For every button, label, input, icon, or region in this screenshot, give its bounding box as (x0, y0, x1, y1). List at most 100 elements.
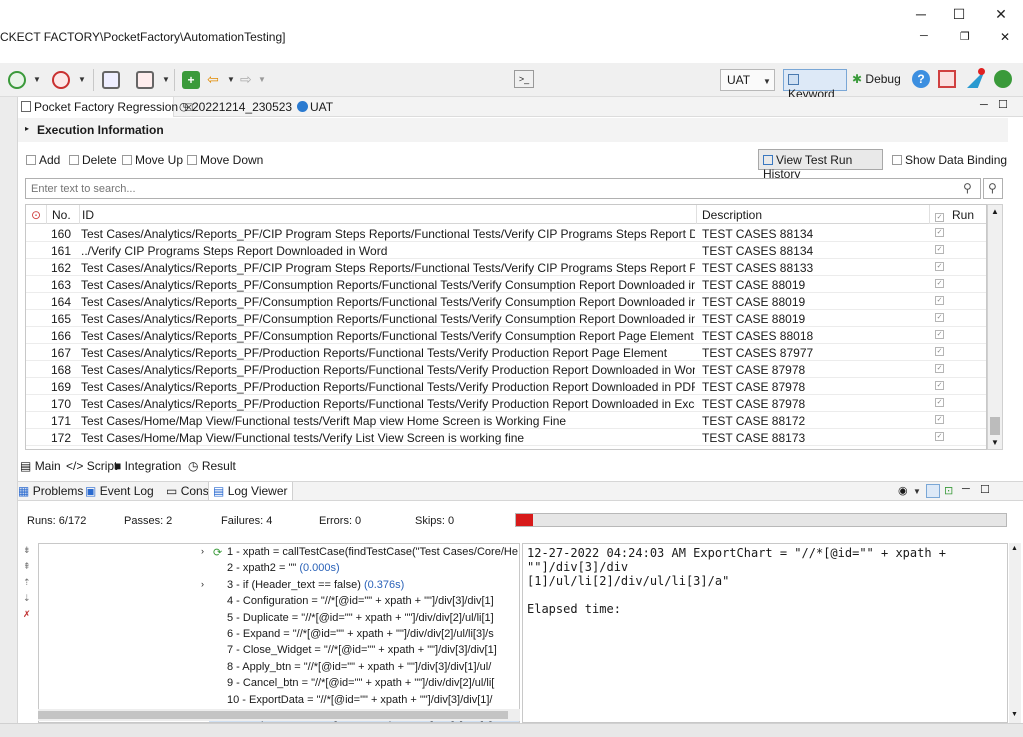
view-test-run-history-button[interactable]: View Test Run History (758, 149, 883, 181)
table-row[interactable]: 172 Test Cases/Home/Map View/Functional t… (26, 429, 986, 446)
table-row[interactable]: 171 Test Cases/Home/Map View/Functional t… (26, 412, 986, 429)
tab-script[interactable]: </> Script (64, 459, 120, 473)
tab-uat[interactable]: UAT (294, 97, 337, 117)
next-failure-icon[interactable]: ⇣ (23, 593, 31, 604)
run-checkbox[interactable]: ✓ (935, 415, 944, 424)
keyword-mode-button[interactable]: Keyword (783, 69, 847, 101)
forward-icon[interactable]: ⇨ (240, 71, 252, 88)
log-tree-horizontal-scrollbar[interactable] (38, 709, 520, 721)
tab-test-run[interactable]: ◷ 20221214_230523 (176, 97, 296, 117)
advanced-search-button[interactable]: ⚲ (983, 178, 1003, 199)
terminal-icon[interactable]: >_ (514, 70, 534, 88)
tab-integration[interactable]: ■ Integration (114, 459, 181, 473)
run-checkbox[interactable]: ✓ (935, 245, 944, 254)
search-icon[interactable]: ⚲ (963, 181, 972, 195)
chevron-right-icon[interactable]: › (201, 546, 204, 556)
log-tree-node[interactable]: 8 - Apply_btn = "//*[@id="" + xpath + ""… (227, 661, 491, 677)
table-row[interactable]: 161 ../Verify CIP Programs Steps Report D… (26, 242, 986, 259)
search-input[interactable] (25, 178, 981, 199)
expand-all-icon[interactable]: ⇟ (23, 545, 31, 556)
log-tree-node[interactable]: › 3 - if (Header_text == false) (0.376s) (201, 579, 404, 595)
table-row[interactable]: 167 Test Cases/Analytics/Reports_PF/Produ… (26, 344, 986, 361)
chevron-down-icon[interactable]: ▼ (258, 75, 266, 84)
log-tree-node[interactable]: 5 - Duplicate = "//*[@id="" + xpath + ""… (227, 612, 494, 628)
table-row[interactable]: 163 Test Cases/Analytics/Reports_PF/Consu… (26, 276, 986, 293)
table-row[interactable]: 166 Test Cases/Analytics/Reports_PF/Consu… (26, 327, 986, 344)
run-checkbox[interactable]: ✓ (935, 364, 944, 373)
chevron-right-icon[interactable]: › (201, 579, 204, 589)
add-icon[interactable]: + (182, 71, 200, 89)
gift-icon[interactable] (938, 70, 956, 88)
table-row[interactable]: 168 Test Cases/Analytics/Reports_PF/Produ… (26, 361, 986, 378)
previous-failure-icon[interactable]: ⇡ (23, 577, 31, 588)
maximize-button[interactable]: ☐ (944, 2, 974, 26)
table-row[interactable]: 170 Test Cases/Analytics/Reports_PF/Produ… (26, 395, 986, 412)
eye-icon[interactable]: ◉ (898, 484, 908, 497)
table-row[interactable]: 162 Test Cases/Analytics/Reports_PF/CIP P… (26, 259, 986, 276)
view-restore-icon[interactable]: ❐ (960, 30, 970, 43)
move-down-button[interactable]: Move Down (187, 153, 263, 167)
tab-problems[interactable]: ▦ Problems (18, 484, 83, 498)
log-tree-node[interactable]: 6 - Expand = "//*[@id="" + xpath + ""]/d… (227, 628, 494, 644)
move-up-button[interactable]: Move Up (122, 153, 183, 167)
tab-event-log[interactable]: ▣ Event Log (85, 484, 154, 498)
run-checkbox[interactable]: ✓ (935, 228, 944, 237)
run-checkbox[interactable]: ✓ (935, 381, 944, 390)
table-row[interactable]: 165 Test Cases/Analytics/Reports_PF/Consu… (26, 310, 986, 327)
show-failures-only-icon[interactable]: ✗ (23, 609, 31, 620)
tab-pocket-factory-regression[interactable]: Pocket Factory Regression ☒ (18, 97, 193, 117)
chevron-down-icon[interactable]: ▼ (913, 487, 921, 496)
lock-icon[interactable]: ⊡ (944, 484, 953, 497)
run-checkbox[interactable]: ✓ (935, 262, 944, 271)
log-tree-node[interactable]: › ⟳ 1 - xpath = callTestCase(findTestCase(… (201, 546, 518, 562)
tab-main[interactable]: ▤ Main (20, 459, 61, 473)
table-scrollbar[interactable]: ▲ ▼ (987, 204, 1003, 450)
select-all-checkbox[interactable]: ✓ (930, 205, 950, 224)
maximize-view-icon[interactable]: ☐ (980, 483, 990, 496)
log-tree-node[interactable]: 4 - Configuration = "//*[@id="" + xpath … (227, 595, 494, 611)
close-button[interactable]: ✕ (986, 2, 1016, 26)
log-tree-node[interactable]: 9 - Cancel_btn = "//*[@id="" + xpath + "… (227, 677, 494, 693)
minimize-button[interactable]: ─ (906, 2, 936, 26)
run-checkbox[interactable]: ✓ (935, 398, 944, 407)
scroll-up-icon[interactable]: ▲ (1011, 545, 1018, 552)
scroll-up-icon[interactable]: ▲ (991, 207, 999, 216)
run-checkbox[interactable]: ✓ (935, 279, 944, 288)
view-close-icon[interactable]: ✕ (1000, 30, 1010, 44)
add-button[interactable]: Add (26, 153, 60, 167)
tab-log-viewer[interactable]: ▤ Log Viewer (208, 482, 293, 500)
minimize-view-icon[interactable]: ─ (962, 483, 970, 495)
account-icon[interactable] (994, 70, 1012, 88)
chevron-down-icon[interactable]: ▼ (78, 75, 86, 84)
table-row[interactable]: 169 Test Cases/Analytics/Reports_PF/Produ… (26, 378, 986, 395)
run-checkbox[interactable]: ✓ (935, 347, 944, 356)
maximize-view-icon[interactable]: ☐ (998, 98, 1008, 111)
record-icon[interactable] (52, 71, 70, 89)
environment-select[interactable]: UAT ▼ (720, 69, 775, 91)
tab-result[interactable]: ◷ Result (188, 459, 236, 473)
record-web-icon[interactable] (136, 71, 154, 89)
show-data-binding-button[interactable]: Show Data Binding (892, 153, 1007, 167)
column-id[interactable]: ID (80, 205, 697, 224)
chevron-down-icon[interactable]: ▼ (227, 75, 235, 84)
scroll-down-icon[interactable]: ▼ (1011, 711, 1018, 718)
column-no[interactable]: No. (48, 205, 80, 224)
execution-information-header[interactable]: ▸ Execution Information (18, 118, 1008, 142)
run-checkbox[interactable]: ✓ (935, 313, 944, 322)
spy-web-icon[interactable] (102, 71, 120, 89)
back-icon[interactable]: ⇦ (207, 71, 219, 88)
run-checkbox[interactable]: ✓ (935, 432, 944, 441)
collapse-all-icon[interactable]: ⇞ (23, 561, 31, 572)
run-checkbox[interactable]: ✓ (935, 296, 944, 305)
chevron-right-icon[interactable]: ▸ (25, 124, 29, 133)
minimize-view-icon[interactable]: ─ (980, 99, 988, 111)
scroll-thumb[interactable] (38, 711, 508, 719)
log-tree-node[interactable]: 10 - ExportData = "//*[@id="" + xpath + … (227, 694, 493, 710)
help-icon[interactable]: ? (912, 70, 930, 88)
table-row[interactable]: 160 Test Cases/Analytics/Reports_PF/CIP P… (26, 225, 986, 242)
tree-view-icon[interactable] (926, 484, 940, 498)
chevron-down-icon[interactable]: ▼ (33, 75, 41, 84)
debug-mode-button[interactable]: ✱ Debug (852, 69, 901, 86)
run-checkbox[interactable]: ✓ (935, 330, 944, 339)
scroll-thumb[interactable] (990, 417, 1000, 435)
